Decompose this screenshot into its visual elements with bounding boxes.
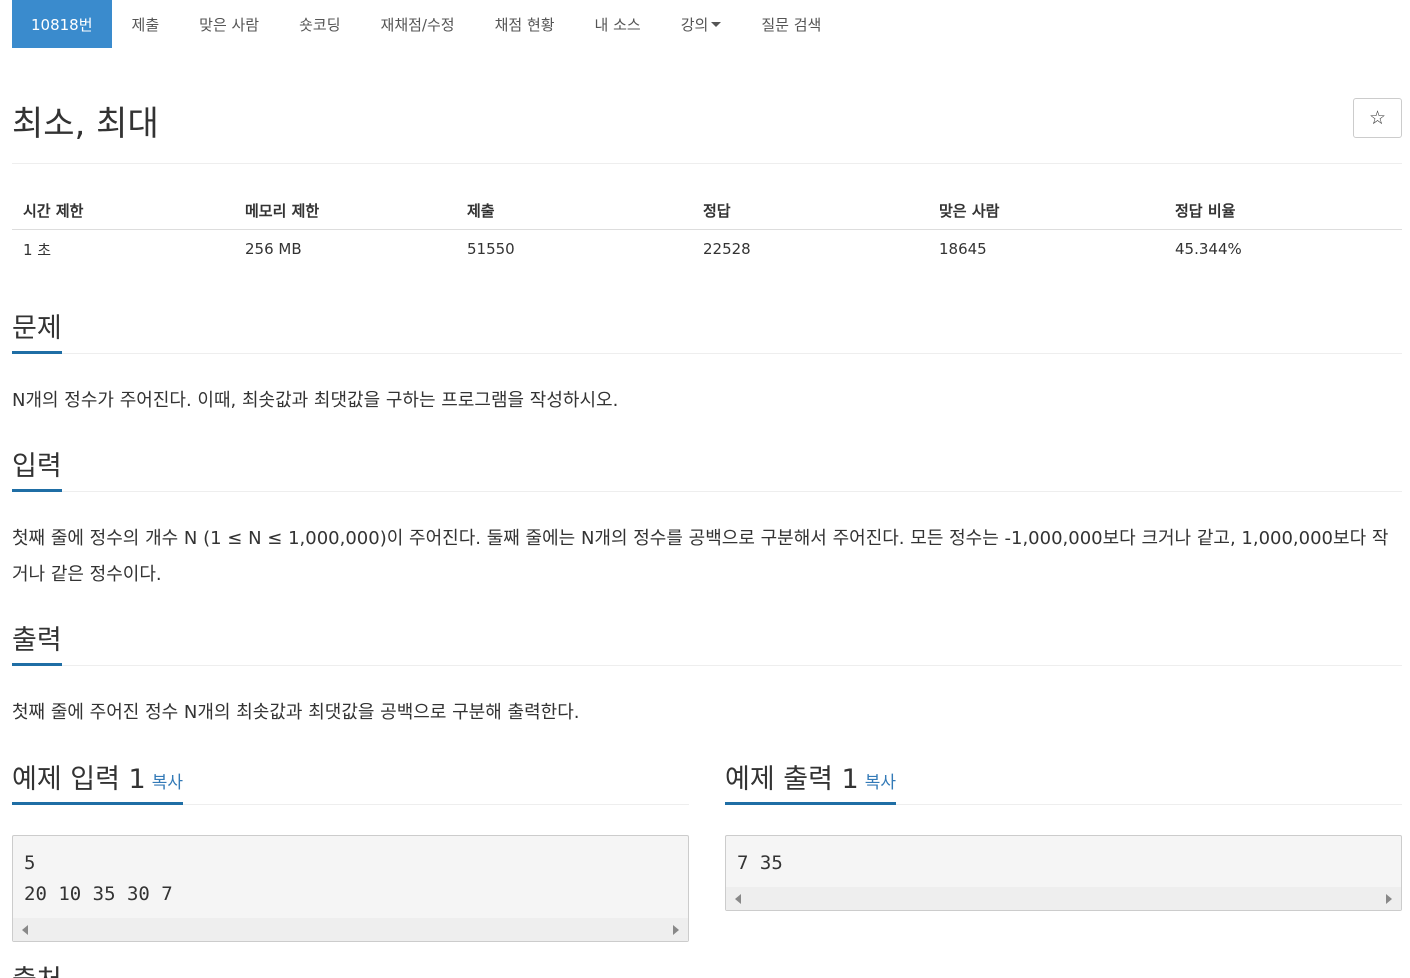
sample-output-title: 예제 출력 1 [725, 764, 859, 796]
tab-question-search[interactable]: 질문 검색 [741, 0, 841, 48]
section-heading-input: 입력 [12, 449, 1402, 492]
code-line: 7 35 [737, 852, 783, 874]
column-header-accepted: 정답 [692, 192, 928, 230]
scroll-right-arrow-icon[interactable] [673, 925, 679, 935]
time-limit-value: 1 초 [23, 240, 52, 259]
scroll-left-arrow-icon[interactable] [22, 925, 28, 935]
favorite-star-button[interactable]: ☆ [1353, 98, 1402, 138]
caret-down-icon [711, 21, 722, 27]
sample-input-code: 5 20 10 35 30 7 [13, 836, 688, 910]
section-divider [12, 353, 1402, 354]
tab-label: 질문 검색 [761, 15, 822, 34]
tab-label: 맞은 사람 [199, 15, 260, 34]
tab-label: 채점 현황 [494, 15, 555, 34]
tab-label: 강의 [680, 15, 709, 34]
sample-output-box[interactable]: 7 35 [725, 835, 1402, 911]
section-title: 문제 [12, 314, 62, 354]
column-header-submissions: 제출 [456, 192, 692, 230]
output-description-text: 첫째 줄에 주어진 정수 N개의 최솟값과 최댓값을 공백으로 구분해 출력한다… [12, 702, 580, 723]
code-line: 5 [24, 852, 36, 874]
star-icon: ☆ [1368, 107, 1387, 129]
code-line: 20 10 35 30 7 [24, 883, 173, 905]
section-divider [12, 491, 1402, 492]
memory-limit-value: 256 MB [245, 240, 302, 259]
copy-sample-output-link[interactable]: 복사 [865, 773, 896, 793]
column-header-time-limit: 시간 제한 [12, 192, 234, 230]
tab-solved-users[interactable]: 맞은 사람 [179, 0, 279, 48]
tab-my-source[interactable]: 내 소스 [575, 0, 661, 48]
column-header-memory-limit: 메모리 제한 [234, 192, 456, 230]
submissions-value: 51550 [467, 240, 515, 259]
section-title: 예제 입력 1 복사 [12, 765, 183, 805]
table-header-row: 시간 제한 메모리 제한 제출 정답 맞은 사람 정답 비율 [12, 192, 1402, 230]
section-title: 출력 [12, 626, 62, 666]
column-header-accept-rate: 정답 비율 [1164, 192, 1402, 230]
tab-label: 제출 [131, 15, 160, 34]
section-title: 예제 출력 1 복사 [725, 765, 896, 805]
table-row: 1 초 256 MB 51550 22528 18645 45.344% [12, 229, 1402, 269]
tab-rejudge[interactable]: 재채점/수정 [361, 0, 475, 48]
sample-input-title: 예제 입력 1 [12, 764, 146, 796]
tab-label: 10818번 [31, 15, 93, 34]
tab-submit[interactable]: 제출 [112, 0, 180, 48]
tab-label: 숏코딩 [299, 15, 341, 34]
page-title: 최소, 최대 [12, 104, 159, 144]
input-description-text: 첫째 줄에 정수의 개수 N (1 ≤ N ≤ 1,000,000)이 주어진다… [12, 528, 1389, 585]
sample-output-heading: 예제 출력 1 복사 [725, 762, 1402, 805]
tab-problem-number[interactable]: 10818번 [12, 0, 112, 48]
copy-sample-input-link[interactable]: 복사 [152, 773, 183, 793]
sample-input-box[interactable]: 5 20 10 35 30 7 [12, 835, 689, 942]
sample-input-heading: 예제 입력 1 복사 [12, 762, 689, 805]
scroll-left-arrow-icon[interactable] [735, 894, 741, 904]
problem-nav-tabs: 10818번 제출 맞은 사람 숏코딩 재채점/수정 채점 현황 내 소스 강의… [12, 0, 841, 48]
tab-short-coding[interactable]: 숏코딩 [279, 0, 360, 48]
solved-users-value: 18645 [939, 240, 987, 259]
section-title: 입력 [12, 452, 62, 492]
section-divider [12, 665, 1402, 666]
horizontal-scrollbar[interactable] [13, 918, 688, 941]
section-heading-description: 문제 [12, 311, 1402, 354]
title-divider [12, 163, 1402, 164]
column-header-solved-users: 맞은 사람 [928, 192, 1164, 230]
problem-info-table: 시간 제한 메모리 제한 제출 정답 맞은 사람 정답 비율 1 초 256 M… [12, 192, 1402, 269]
accept-rate-value: 45.344% [1175, 240, 1242, 259]
section-heading-output: 출력 [12, 623, 1402, 666]
next-section-heading: 출처 [12, 966, 62, 978]
problem-description-text: N개의 정수가 주어진다. 이때, 최솟값과 최댓값을 구하는 프로그램을 작성… [12, 390, 619, 411]
sample-output-code: 7 35 [726, 836, 1401, 879]
accepted-value: 22528 [703, 240, 751, 259]
tab-label: 내 소스 [594, 15, 641, 34]
scroll-right-arrow-icon[interactable] [1386, 894, 1392, 904]
horizontal-scrollbar[interactable] [726, 887, 1401, 910]
tab-lecture-dropdown[interactable]: 강의 [661, 0, 742, 48]
tab-label: 재채점/수정 [380, 15, 455, 34]
tab-status[interactable]: 채점 현황 [475, 0, 575, 48]
